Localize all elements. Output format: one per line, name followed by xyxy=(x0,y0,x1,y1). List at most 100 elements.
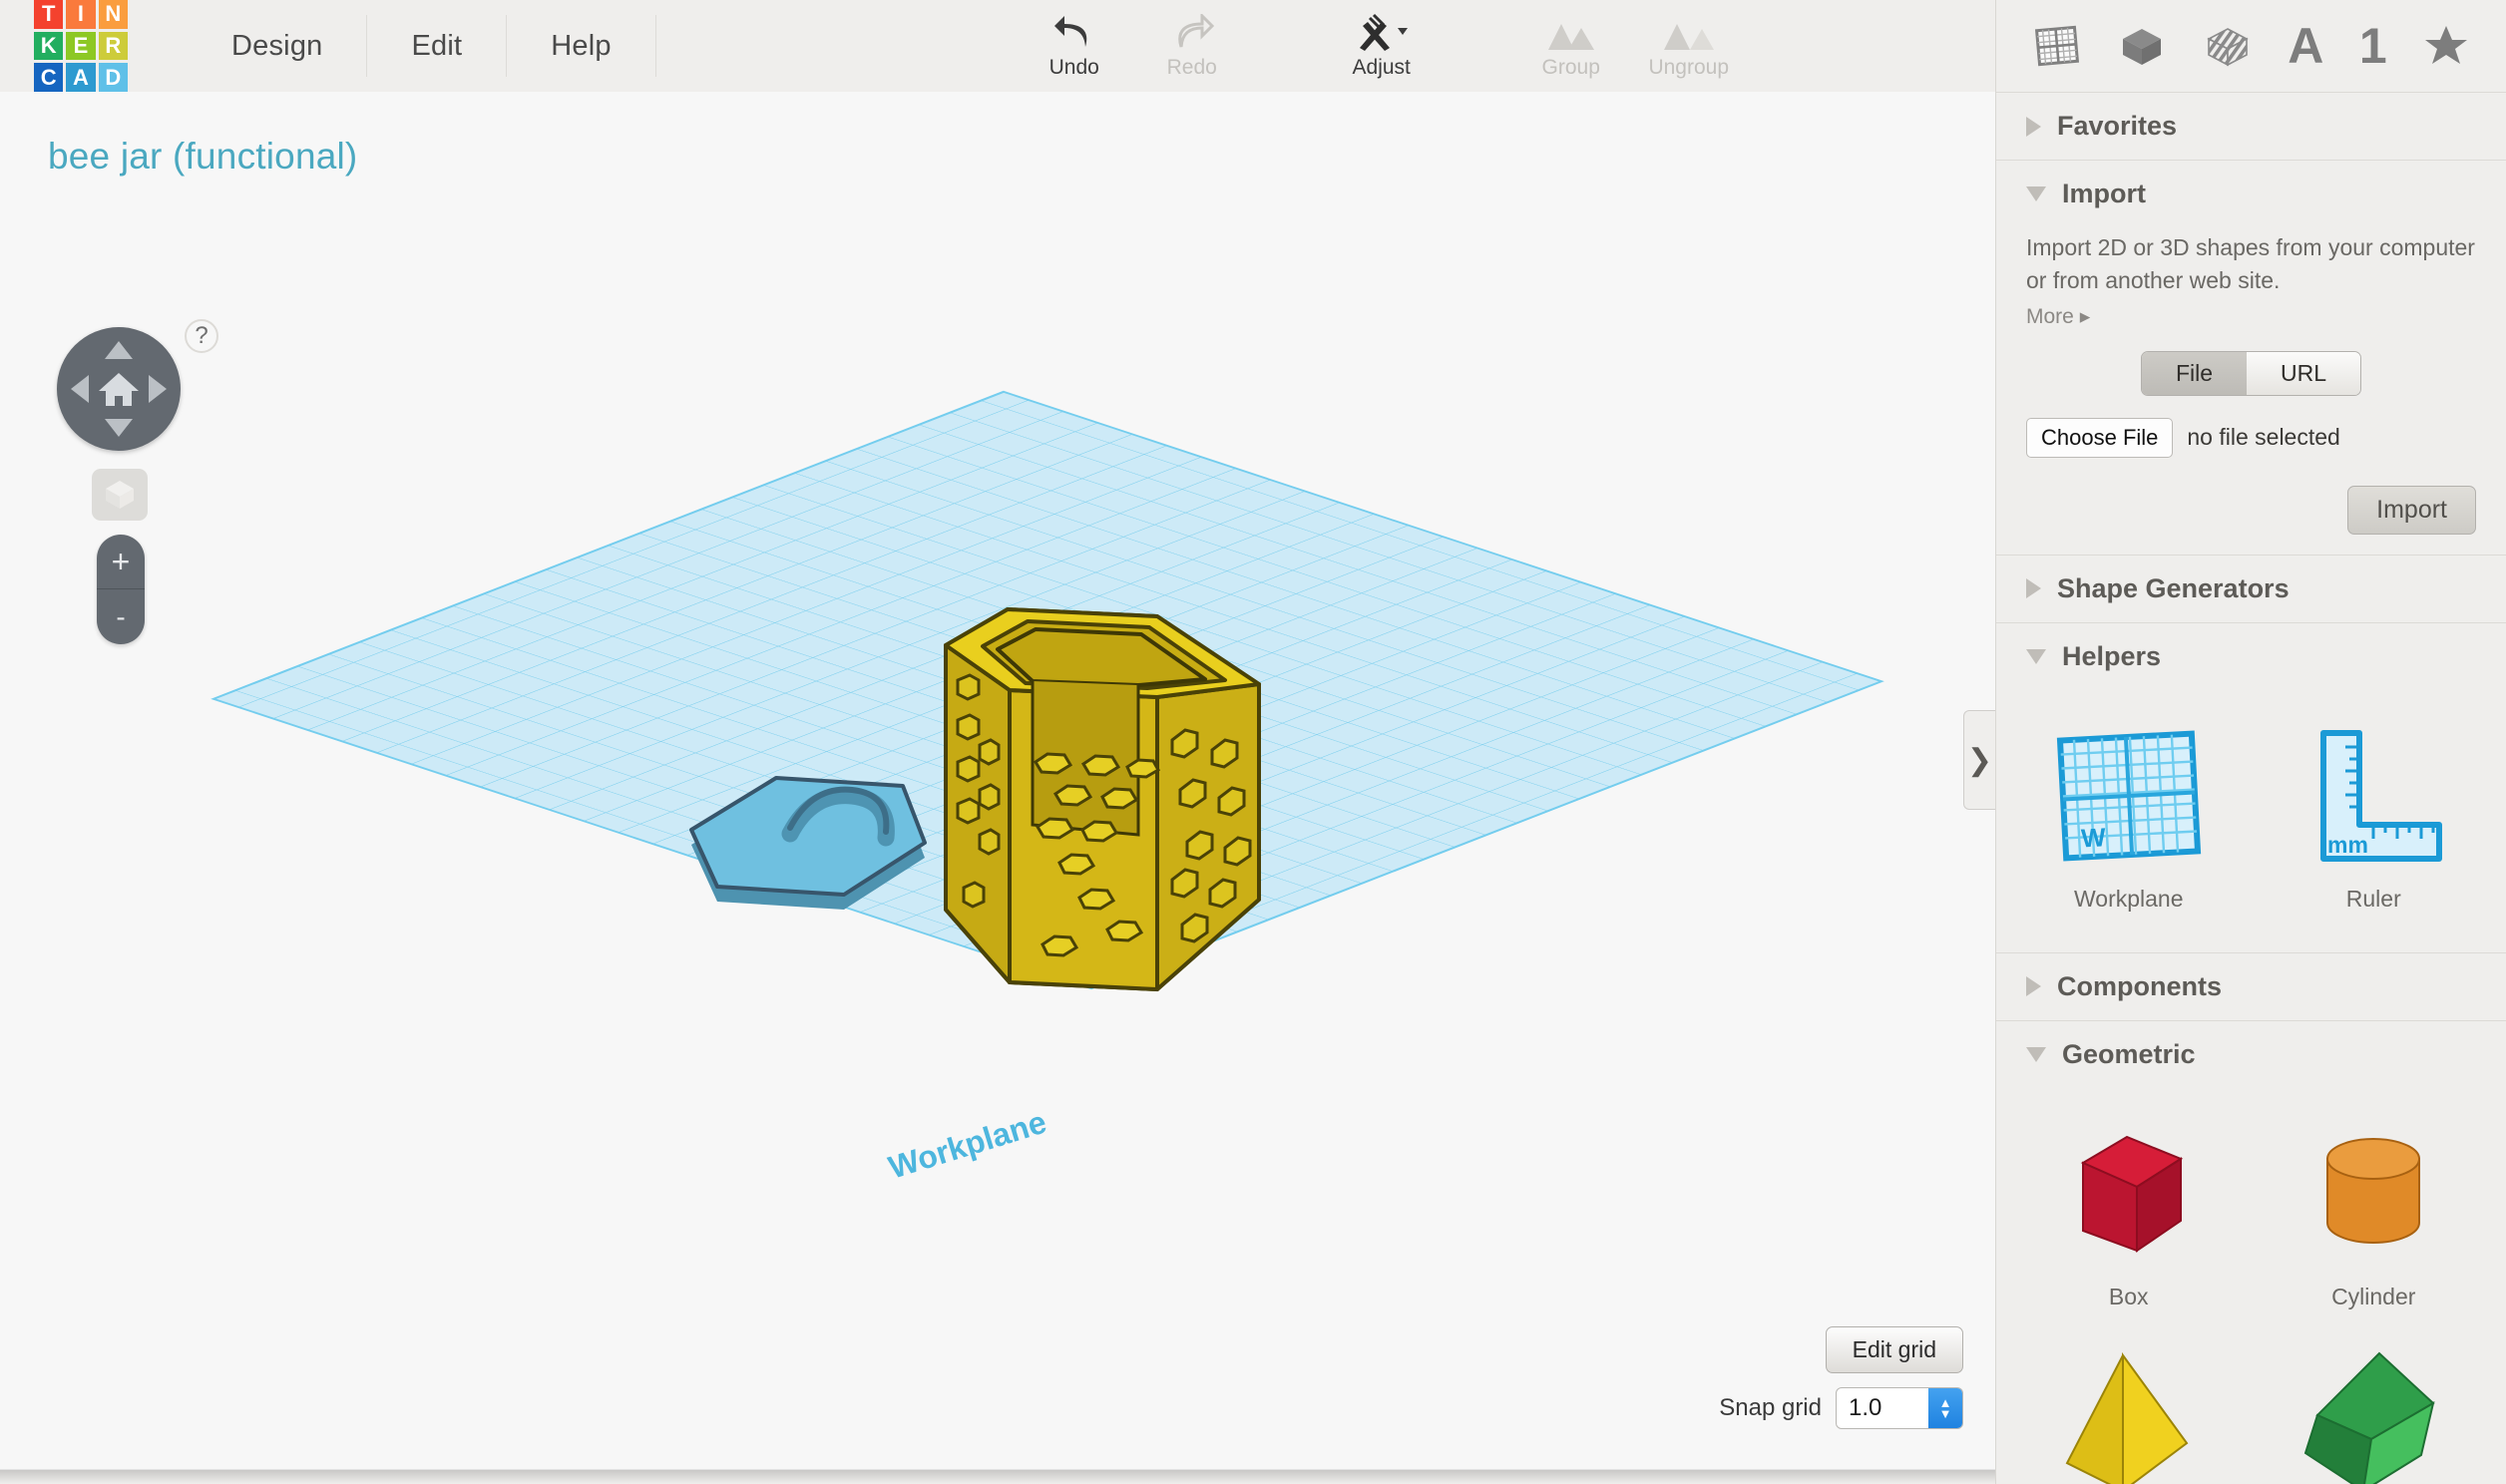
file-status-text: no file selected xyxy=(2187,424,2340,451)
shape-item-cylinder[interactable]: Cylinder xyxy=(2252,1100,2497,1324)
edit-toolbar: Undo Redo Adjust Group Ungroup xyxy=(1016,0,1748,92)
svg-text:mm: mm xyxy=(2327,832,2368,858)
group-icon xyxy=(1544,12,1598,52)
section-geometric[interactable]: Geometric xyxy=(1996,1019,2506,1088)
workplane-helper-icon: W xyxy=(2049,716,2209,876)
snap-grid-field[interactable]: 1.0 ▲ ▼ xyxy=(1836,1387,1963,1429)
menu-item-help[interactable]: Help xyxy=(507,15,654,77)
section-title: Geometric xyxy=(2062,1038,2196,1069)
svg-text:W: W xyxy=(2080,822,2107,853)
snap-grid-control: Snap grid 1.0 ▲ ▼ xyxy=(1719,1387,1963,1429)
star-favorites-icon[interactable] xyxy=(2422,22,2470,70)
section-components[interactable]: Components xyxy=(1996,951,2506,1020)
chevron-down-icon xyxy=(2026,1046,2046,1062)
section-favorites[interactable]: Favorites xyxy=(1996,92,2506,160)
redo-label: Redo xyxy=(1166,56,1217,79)
section-title: Favorites xyxy=(2057,111,2178,141)
snap-grid-value[interactable]: 1.0 xyxy=(1837,1394,1928,1422)
shape-item-box[interactable]: Box xyxy=(2006,1100,2252,1324)
design-canvas[interactable]: Workplane ? + - Edit grid Snap grid 1.0 … xyxy=(0,92,1995,1470)
view-up-arrow[interactable] xyxy=(105,341,133,359)
import-body: Import 2D or 3D shapes from your compute… xyxy=(1996,227,2506,555)
logo-cell: A xyxy=(66,63,96,92)
chevron-right-icon xyxy=(2026,578,2041,599)
ungroup-button[interactable]: Ungroup xyxy=(1630,0,1748,92)
logo-cell: N xyxy=(98,0,128,29)
workplane-grid-icon[interactable] xyxy=(2032,21,2082,71)
menu-item-edit[interactable]: Edit xyxy=(367,15,506,77)
zoom-out-button[interactable]: - xyxy=(97,589,145,644)
adjust-icon xyxy=(1354,12,1410,52)
view-right-arrow[interactable] xyxy=(149,375,167,403)
edit-grid-button[interactable]: Edit grid xyxy=(1825,1326,1963,1373)
view-left-arrow[interactable] xyxy=(71,375,89,403)
fit-view-button[interactable] xyxy=(92,469,148,521)
app-header: T I N K E R C A D Design Edit Help Undo … xyxy=(0,0,1995,92)
helper-label: Workplane xyxy=(2073,885,2184,912)
import-tab-url[interactable]: URL xyxy=(2247,351,2361,395)
chevron-down-icon xyxy=(2026,186,2046,201)
import-source-toggle: File URL xyxy=(2026,350,2476,396)
main-menu: Design Edit Help xyxy=(188,0,656,92)
tinkercad-logo[interactable]: T I N K E R C A D xyxy=(0,0,128,92)
section-shape-generators[interactable]: Shape Generators xyxy=(1996,554,2506,622)
shape-label: Box xyxy=(2108,1283,2149,1309)
group-label: Group xyxy=(1541,56,1600,79)
section-title: Shape Generators xyxy=(2057,572,2290,603)
import-tab-file[interactable]: File xyxy=(2141,351,2248,395)
home-view-icon[interactable] xyxy=(97,369,141,409)
chevron-right-icon xyxy=(2026,116,2041,137)
helper-label: Ruler xyxy=(2345,885,2401,912)
helper-item-workplane[interactable]: W Workplane xyxy=(2006,702,2252,927)
section-title: Components xyxy=(2057,970,2222,1001)
pyramid-shape-icon xyxy=(2049,1338,2209,1484)
chevron-right-icon: ▸ xyxy=(2079,304,2091,328)
ruler-helper-icon: mm xyxy=(2294,716,2453,876)
logo-cell: C xyxy=(34,63,64,92)
menu-item-design[interactable]: Design xyxy=(188,15,366,77)
logo-cell: E xyxy=(66,31,96,61)
panel-toolbar: A 1 xyxy=(1996,0,2506,92)
import-more-link[interactable]: More ▸ xyxy=(2026,304,2476,329)
text-letter-a-icon[interactable]: A xyxy=(2288,21,2323,71)
section-helpers[interactable]: Helpers xyxy=(1996,621,2506,690)
canvas-bottom-shadow xyxy=(0,1470,1995,1484)
panel-collapse-handle[interactable]: ❯ xyxy=(1963,710,1995,810)
import-button[interactable]: Import xyxy=(2347,485,2476,535)
solid-cube-icon[interactable] xyxy=(2117,21,2167,71)
shape-item-pyramid[interactable] xyxy=(2006,1324,2252,1484)
undo-button[interactable]: Undo xyxy=(1016,0,1133,92)
more-label: More xyxy=(2026,304,2074,328)
help-icon[interactable]: ? xyxy=(185,319,218,353)
group-button[interactable]: Group xyxy=(1512,0,1630,92)
file-picker-row: Choose File no file selected xyxy=(2026,417,2476,458)
choose-file-button[interactable]: Choose File xyxy=(2026,417,2174,458)
cube-icon xyxy=(106,481,134,509)
helper-item-ruler[interactable]: mm Ruler xyxy=(2252,702,2497,927)
section-title: Helpers xyxy=(2062,640,2162,671)
page-title[interactable]: bee jar (functional) xyxy=(48,136,357,178)
redo-icon xyxy=(1170,12,1214,52)
adjust-button[interactable]: Adjust xyxy=(1323,0,1441,92)
section-title: Import xyxy=(2062,179,2146,208)
striped-cube-icon[interactable] xyxy=(2203,21,2253,71)
zoom-in-button[interactable]: + xyxy=(97,535,145,589)
import-description: Import 2D or 3D shapes from your compute… xyxy=(2026,234,2475,294)
section-import[interactable]: Import xyxy=(1996,160,2506,227)
redo-button[interactable]: Redo xyxy=(1133,0,1251,92)
snap-grid-label: Snap grid xyxy=(1719,1394,1822,1421)
scene-3d[interactable]: Workplane xyxy=(0,92,1995,1470)
number-one-icon[interactable]: 1 xyxy=(2359,21,2387,71)
workplane-label: Workplane xyxy=(885,1104,1050,1186)
logo-cell: D xyxy=(98,63,128,92)
ungroup-icon xyxy=(1662,12,1716,52)
view-navigation-wheel[interactable] xyxy=(57,327,181,451)
view-down-arrow[interactable] xyxy=(105,419,133,437)
chevron-right-icon xyxy=(2026,976,2041,997)
bee-jar-body[interactable] xyxy=(944,607,1261,991)
zoom-controls[interactable]: + - xyxy=(97,535,145,644)
snap-grid-stepper[interactable]: ▲ ▼ xyxy=(1928,1388,1962,1428)
shape-item-polyhedron[interactable] xyxy=(2252,1324,2497,1484)
geometric-grid: Box Cylinder xyxy=(1996,1088,2506,1484)
cylinder-shape-icon xyxy=(2294,1114,2453,1274)
